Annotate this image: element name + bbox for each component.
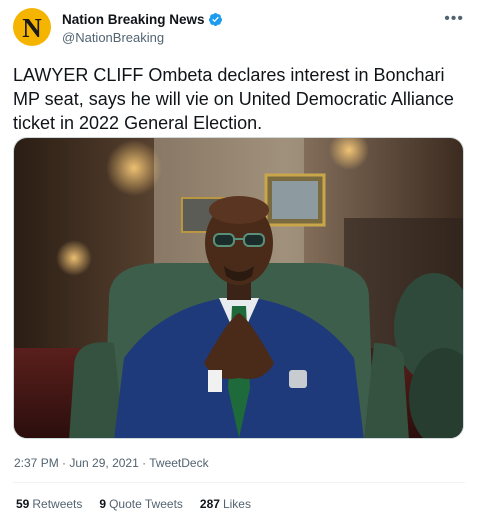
verified-badge-icon (208, 12, 222, 27)
retweets-stat[interactable]: 59 Retweets (16, 497, 82, 511)
author-display-name[interactable]: Nation Breaking News (62, 12, 205, 27)
tweet-date[interactable]: Jun 29, 2021 (69, 456, 138, 470)
quote-tweets-count: 9 (99, 497, 107, 511)
likes-count: 287 (199, 497, 220, 511)
quote-tweets-stat[interactable]: 9 Quote Tweets (99, 497, 183, 511)
photo-of-man-in-blue-suit (14, 138, 463, 438)
retweets-count: 59 (16, 497, 30, 511)
tweet-photo[interactable] (13, 137, 464, 439)
tweet-metadata: 2:37 PM · Jun 29, 2021 · TweetDeck (14, 456, 209, 470)
tweet-text: LAWYER CLIFF Ombeta declares interest in… (13, 65, 454, 133)
meta-separator: · (58, 456, 70, 470)
divider (13, 482, 465, 483)
tweet-source[interactable]: TweetDeck (149, 456, 208, 470)
likes-label: Likes (222, 497, 251, 511)
avatar[interactable]: N (13, 8, 51, 46)
more-icon[interactable]: ••• (444, 11, 464, 27)
quote-tweets-label: Quote Tweets (109, 497, 183, 511)
retweets-label: Retweets (32, 497, 83, 511)
tweet-time[interactable]: 2:37 PM (14, 456, 59, 470)
tweet: N Nation Breaking News @NationBreaking •… (0, 0, 478, 515)
engagement-stats: 59 Retweets 9 Quote Tweets 287 Likes (16, 497, 251, 511)
avatar-logo-letter: N (22, 12, 42, 43)
meta-separator: · (138, 456, 150, 470)
author-handle[interactable]: @NationBreaking (62, 30, 164, 45)
likes-stat[interactable]: 287 Likes (200, 497, 251, 511)
author-name-row[interactable]: Nation Breaking News (62, 12, 223, 27)
